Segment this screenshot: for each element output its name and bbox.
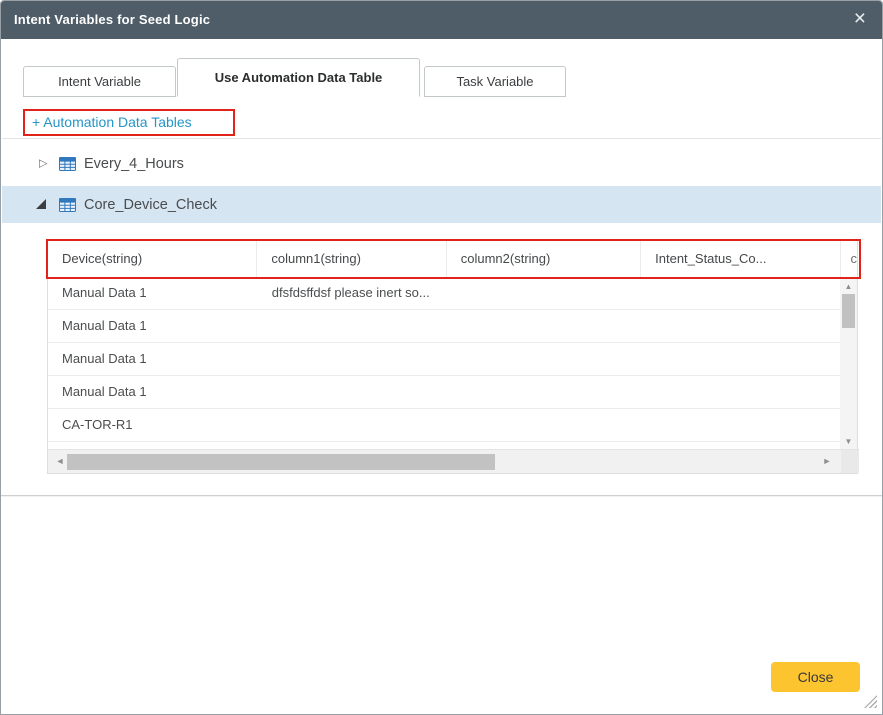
table-grid-icon xyxy=(59,198,76,212)
column-header-device-string[interactable]: Device(string) xyxy=(48,241,257,277)
tab-use-automation-data-table[interactable]: Use Automation Data Table xyxy=(177,58,420,97)
table-row[interactable]: Manual Data 1 xyxy=(48,343,842,376)
divider-under-link xyxy=(2,138,881,139)
table-cell xyxy=(448,310,643,342)
table-row[interactable]: CA-TOR-R1 xyxy=(48,409,842,442)
table-cell xyxy=(258,409,448,441)
tree-item-every-4-hours[interactable]: ▷ Every_4_Hours xyxy=(2,145,881,182)
table-cell xyxy=(642,277,842,309)
table-cell xyxy=(642,376,842,408)
table-cell: Manual Data 1 xyxy=(48,376,258,408)
intent-variables-dialog: Intent Variables for Seed Logic × Intent… xyxy=(0,0,883,715)
tree-item-core-device-check[interactable]: Core_Device_Check xyxy=(2,186,881,223)
tree-item-label: Core_Device_Check xyxy=(84,197,217,213)
column-header-column1-string[interactable]: column1(string) xyxy=(257,241,446,277)
divider-above-footer xyxy=(1,495,882,496)
table-cell xyxy=(642,343,842,375)
table-cell xyxy=(258,343,448,375)
caret-expanded-icon[interactable] xyxy=(36,199,46,209)
table-row[interactable]: Manual Data 1 xyxy=(48,376,842,409)
column-header-intent-status-co[interactable]: Intent_Status_Co... xyxy=(641,241,840,277)
tab-task-variable[interactable]: Task Variable xyxy=(424,66,566,97)
table-cell xyxy=(448,277,643,309)
close-icon[interactable]: × xyxy=(851,1,869,39)
scroll-left-icon[interactable]: ◄ xyxy=(52,450,68,473)
scroll-up-icon[interactable]: ▲ xyxy=(840,279,857,294)
table-grid-icon xyxy=(59,157,76,171)
scroll-down-icon[interactable]: ▼ xyxy=(840,434,857,449)
table-body: Manual Data 1dfsfdsffdsf please inert so… xyxy=(48,277,842,451)
table-cell xyxy=(448,409,643,441)
data-table: Device(string)column1(string)column2(str… xyxy=(47,240,858,474)
resize-grip-icon[interactable] xyxy=(864,695,877,708)
tree-item-label: Every_4_Hours xyxy=(84,156,184,172)
vertical-scroll-thumb[interactable] xyxy=(842,294,855,328)
table-cell xyxy=(448,376,643,408)
table-cell: Manual Data 1 xyxy=(48,277,258,309)
table-cell xyxy=(448,343,643,375)
scroll-right-icon[interactable]: ► xyxy=(819,450,835,473)
table-cell: Manual Data 1 xyxy=(48,310,258,342)
table-cell xyxy=(642,409,842,441)
dialog-title: Intent Variables for Seed Logic xyxy=(14,1,210,39)
column-header-column2-string[interactable]: column2(string) xyxy=(447,241,641,277)
table-cell: CA-TOR-R1 xyxy=(48,409,258,441)
dialog-titlebar: Intent Variables for Seed Logic × xyxy=(1,1,882,39)
table-cell xyxy=(258,310,448,342)
table-cell xyxy=(258,376,448,408)
table-cell: dfsfdsffdsf please inert so... xyxy=(258,277,448,309)
vertical-scrollbar[interactable]: ▲ ▼ xyxy=(840,277,857,451)
table-row[interactable]: Manual Data 1dfsfdsffdsf please inert so… xyxy=(48,277,842,310)
horizontal-scroll-thumb[interactable] xyxy=(67,454,495,470)
table-cell: Manual Data 1 xyxy=(48,343,258,375)
add-automation-data-tables-link[interactable]: + Automation Data Tables xyxy=(32,114,192,130)
table-header: Device(string)column1(string)column2(str… xyxy=(48,241,857,277)
column-header-partial[interactable]: c xyxy=(841,241,857,277)
horizontal-scrollbar[interactable]: ◄ ► xyxy=(48,449,859,473)
table-cell xyxy=(642,310,842,342)
close-button[interactable]: Close xyxy=(771,662,860,692)
scrollbar-corner xyxy=(841,450,859,473)
table-row[interactable]: Manual Data 1 xyxy=(48,310,842,343)
caret-collapsed-icon[interactable]: ▷ xyxy=(39,158,47,169)
tab-intent-variable[interactable]: Intent Variable xyxy=(23,66,176,97)
